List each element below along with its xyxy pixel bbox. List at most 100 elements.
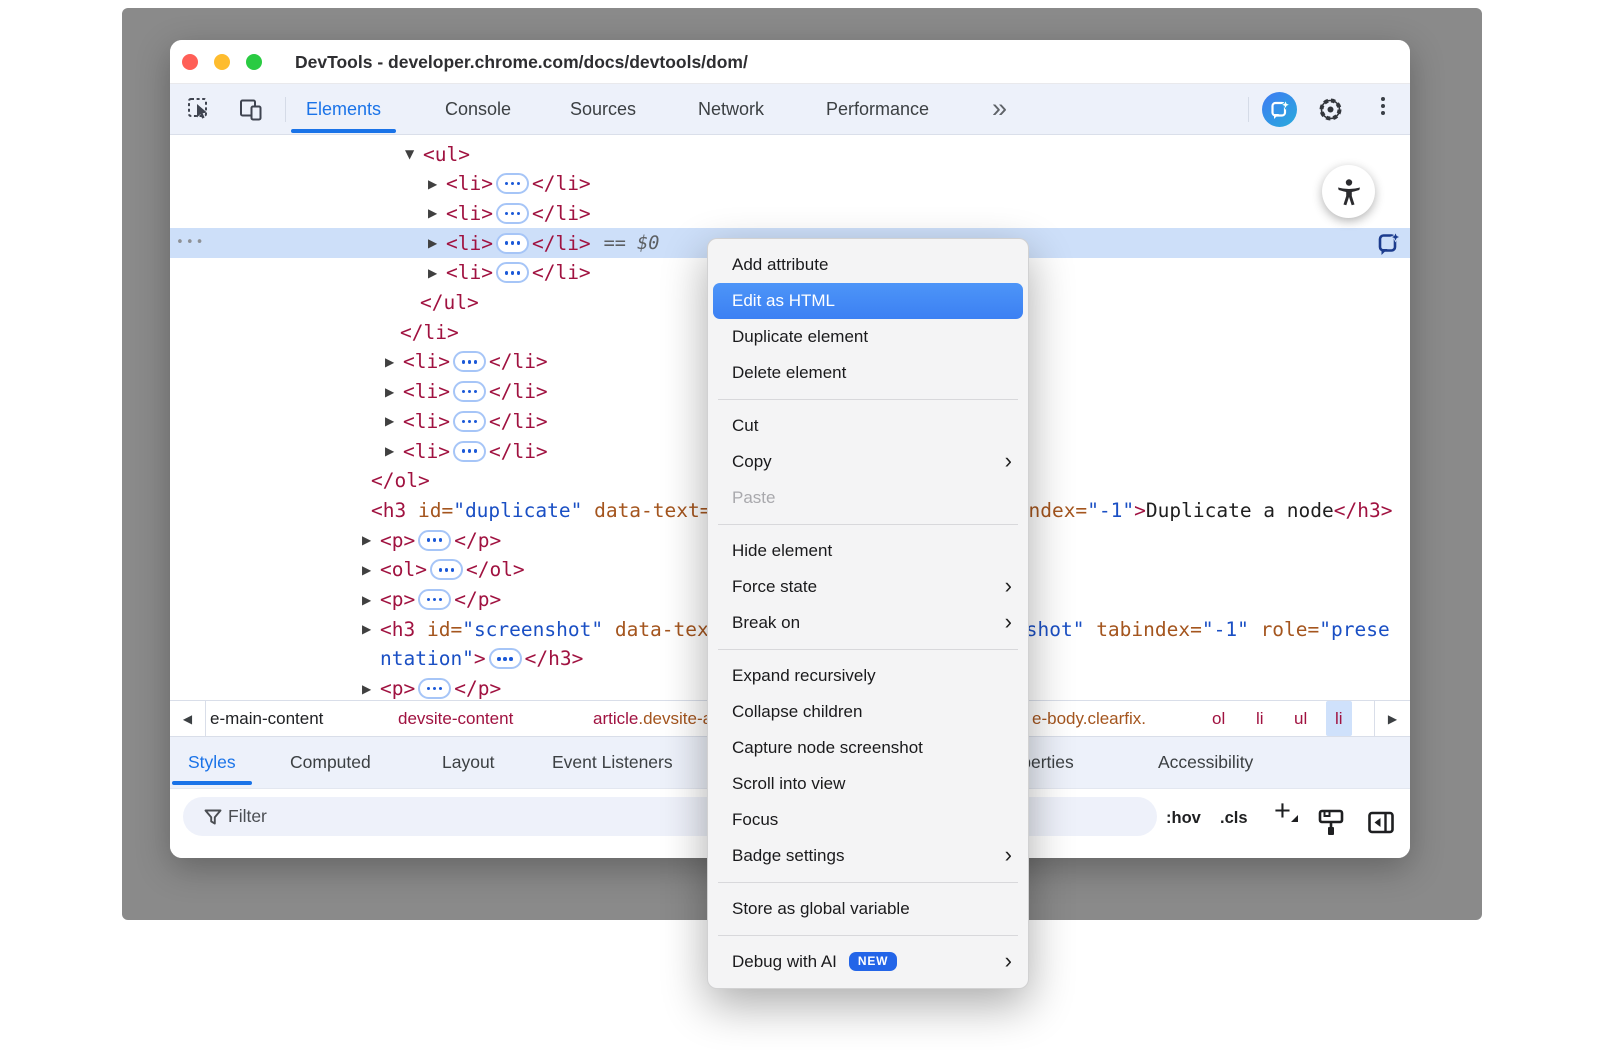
breadcrumb-item-ol[interactable]: ol	[1212, 701, 1225, 736]
menu-item-delete-element[interactable]: Delete element	[708, 355, 1028, 391]
menu-item-force-state[interactable]: Force state›	[708, 569, 1028, 605]
twisty-expanded-icon[interactable]: ▼	[405, 139, 414, 169]
expand-inline-children-button[interactable]	[453, 351, 486, 372]
dom-tree-row[interactable]: ▶<li></li>	[170, 198, 1410, 228]
expand-inline-children-button[interactable]	[496, 262, 529, 283]
menu-item-label: Break on	[732, 613, 800, 632]
expand-inline-children-button[interactable]	[496, 173, 529, 194]
dom-token-tag: <ol>	[380, 558, 427, 581]
menu-item-cut[interactable]: Cut	[708, 408, 1028, 444]
breadcrumb-item-ul[interactable]: ul	[1294, 701, 1307, 736]
dom-tree-row[interactable]: ▶<li></li>	[170, 169, 1410, 199]
menu-item-store-as-global-variable[interactable]: Store as global variable	[708, 891, 1028, 927]
menu-item-break-on[interactable]: Break on›	[708, 605, 1028, 641]
expand-inline-children-button[interactable]	[453, 411, 486, 432]
breadcrumb-item-li[interactable]: li	[1326, 701, 1352, 736]
twisty-collapsed-icon[interactable]: ▶	[362, 614, 371, 644]
tab-performance[interactable]: Performance	[826, 84, 929, 135]
breadcrumb-scroll-right-button[interactable]: ▶	[1374, 701, 1410, 736]
menu-item-label: Expand recursively	[732, 666, 876, 685]
dom-token-tag: <li>	[446, 202, 493, 225]
toolbar-divider-right	[1248, 97, 1249, 122]
dom-token-tag: >	[1134, 499, 1146, 522]
minimize-window-button[interactable]	[214, 54, 230, 70]
tab-elements[interactable]: Elements	[306, 84, 381, 135]
expand-inline-children-button[interactable]	[453, 441, 486, 462]
dom-token-tag: </li>	[489, 380, 548, 403]
zoom-window-button[interactable]	[246, 54, 262, 70]
menu-item-debug-with-ai[interactable]: Debug with AINEW›	[708, 944, 1028, 980]
twisty-collapsed-icon[interactable]: ▶	[385, 377, 394, 407]
tab-layout[interactable]: Layout	[442, 737, 495, 788]
menu-item-label: Badge settings	[732, 846, 844, 865]
device-toolbar-icon[interactable]	[238, 96, 265, 123]
twisty-collapsed-icon[interactable]: ▶	[428, 169, 437, 199]
twisty-collapsed-icon[interactable]: ▶	[428, 198, 437, 228]
dom-token-val: "prese	[1319, 618, 1389, 641]
expand-inline-children-button[interactable]	[489, 648, 522, 669]
breadcrumb-scroll-left-button[interactable]: ◀	[170, 701, 206, 736]
kebab-menu-icon[interactable]	[1377, 97, 1389, 115]
expand-inline-children-button[interactable]	[496, 203, 529, 224]
breadcrumb-item-e-body-clearfix[interactable]: e-body.clearfix.	[1032, 701, 1146, 736]
new-style-rule-plus-icon[interactable]: +	[1274, 795, 1291, 828]
menu-item-capture-node-screenshot[interactable]: Capture node screenshot	[708, 730, 1028, 766]
twisty-collapsed-icon[interactable]: ▶	[428, 258, 437, 288]
expand-inline-children-button[interactable]	[418, 589, 451, 610]
menu-divider	[718, 524, 1018, 525]
tab-sources[interactable]: Sources	[570, 84, 636, 135]
tab-event-listeners[interactable]: Event Listeners	[552, 737, 673, 788]
dom-token-val: "-1"	[1087, 499, 1134, 522]
twisty-collapsed-icon[interactable]: ▶	[385, 406, 394, 436]
twisty-collapsed-icon[interactable]: ▶	[428, 228, 437, 258]
accessibility-fab[interactable]	[1322, 165, 1375, 218]
twisty-collapsed-icon[interactable]: ▶	[362, 585, 371, 615]
menu-item-focus[interactable]: Focus	[708, 802, 1028, 838]
dom-token-text: Duplicate a node	[1146, 499, 1334, 522]
toggle-cls[interactable]: .cls	[1220, 809, 1248, 828]
menu-item-expand-recursively[interactable]: Expand recursively	[708, 658, 1028, 694]
breadcrumb-item-e-main-content[interactable]: e-main-content	[210, 701, 323, 736]
menu-item-duplicate-element[interactable]: Duplicate element	[708, 319, 1028, 355]
dom-tree-row[interactable]: ▼<ul>	[170, 139, 1410, 169]
menu-item-scroll-into-view[interactable]: Scroll into view	[708, 766, 1028, 802]
menu-item-paste: Paste	[708, 480, 1028, 516]
dom-token-tag: <li>	[403, 380, 450, 403]
twisty-collapsed-icon[interactable]: ▶	[362, 555, 371, 585]
ai-assistant-icon[interactable]	[1262, 92, 1297, 127]
twisty-collapsed-icon[interactable]: ▶	[362, 525, 371, 555]
rendering-brush-icon[interactable]	[1316, 807, 1346, 844]
dom-token-tag: </ol>	[466, 558, 525, 581]
twisty-collapsed-icon[interactable]: ▶	[385, 347, 394, 377]
tab-accessibility[interactable]: Accessibility	[1158, 737, 1253, 788]
menu-item-hide-element[interactable]: Hide element	[708, 533, 1028, 569]
menu-item-badge-settings[interactable]: Badge settings›	[708, 838, 1028, 874]
dock-sidebar-icon[interactable]	[1366, 807, 1396, 844]
inspect-icon[interactable]	[186, 96, 213, 123]
tab-console[interactable]: Console	[445, 84, 511, 135]
toggle-hov[interactable]: :hov	[1166, 809, 1201, 828]
submenu-chevron-icon: ›	[1005, 569, 1012, 603]
expand-inline-children-button[interactable]	[418, 530, 451, 551]
expand-inline-children-button[interactable]	[430, 559, 463, 580]
tab-network[interactable]: Network	[698, 84, 764, 135]
ai-assistance-row-icon[interactable]	[1375, 230, 1402, 257]
expand-inline-children-button[interactable]	[418, 678, 451, 699]
menu-item-label: Hide element	[732, 541, 832, 560]
settings-gear-icon[interactable]	[1316, 95, 1343, 122]
expand-inline-children-button[interactable]	[453, 381, 486, 402]
twisty-collapsed-icon[interactable]: ▶	[362, 674, 371, 700]
menu-item-collapse-children[interactable]: Collapse children	[708, 694, 1028, 730]
twisty-collapsed-icon[interactable]: ▶	[385, 436, 394, 466]
expand-inline-children-button[interactable]	[496, 233, 529, 254]
menu-item-edit-as-html[interactable]: Edit as HTML	[713, 283, 1023, 319]
breadcrumb-item-devsite-content[interactable]: devsite-content	[398, 701, 513, 736]
tab-styles[interactable]: Styles	[188, 737, 236, 788]
dom-token-tag: <li>	[403, 440, 450, 463]
more-tabs-icon[interactable]: »	[992, 84, 1004, 132]
menu-item-add-attribute[interactable]: Add attribute	[708, 247, 1028, 283]
breadcrumb-item-li[interactable]: li	[1256, 701, 1264, 736]
menu-item-copy[interactable]: Copy›	[708, 444, 1028, 480]
tab-computed[interactable]: Computed	[290, 737, 371, 788]
close-window-button[interactable]	[182, 54, 198, 70]
